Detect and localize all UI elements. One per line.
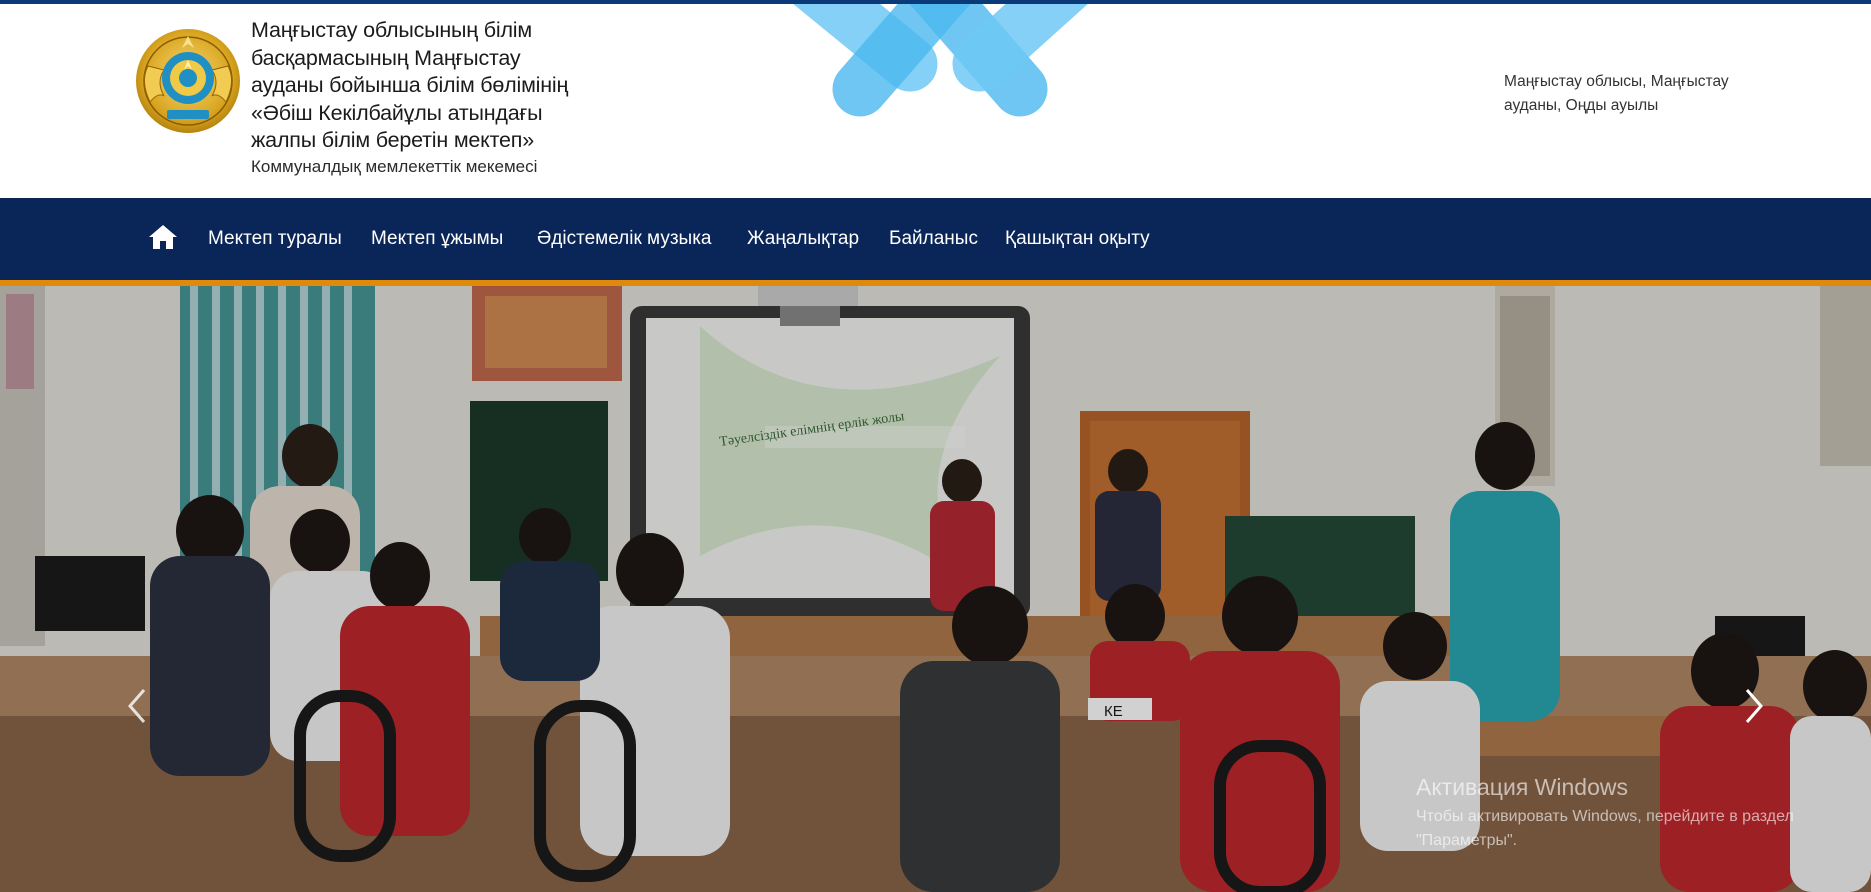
chevron-right-icon[interactable] [1737, 686, 1771, 726]
logo-decoration-icon [793, 4, 1088, 117]
watermark-title: Активация Windows [1416, 774, 1628, 800]
windows-activation-watermark: Активация Windows Чтобы активировать Win… [1416, 773, 1856, 853]
nav-item-news[interactable]: Жаңалықтар [747, 227, 859, 251]
nav-item-about[interactable]: Мектеп туралы [208, 227, 342, 251]
chevron-left-icon[interactable] [120, 686, 154, 726]
nav-item-methodology[interactable]: Әдістемелік музыка [537, 227, 712, 251]
kazakhstan-emblem-icon[interactable] [134, 26, 242, 136]
organization-subtitle: Коммуналдық мемлекеттік мекемесі [251, 157, 538, 176]
nav-item-staff[interactable]: Мектеп ұжымы [371, 227, 503, 251]
watermark-subtitle: Чтобы активировать Windows, перейдите в … [1416, 808, 1794, 849]
home-icon[interactable] [148, 224, 178, 250]
organization-title: Маңғыстау облысының білім басқармасының … [251, 18, 569, 152]
nav-item-contact[interactable]: Байланыс [889, 227, 978, 251]
nav-item-distance-learning[interactable]: Қашықтан оқыту [1005, 227, 1150, 251]
school-address: Маңғыстау облысы, Маңғыстау ауданы, Оңды… [1504, 73, 1729, 114]
site-header: Маңғыстау облысының білім басқармасының … [0, 4, 1871, 198]
